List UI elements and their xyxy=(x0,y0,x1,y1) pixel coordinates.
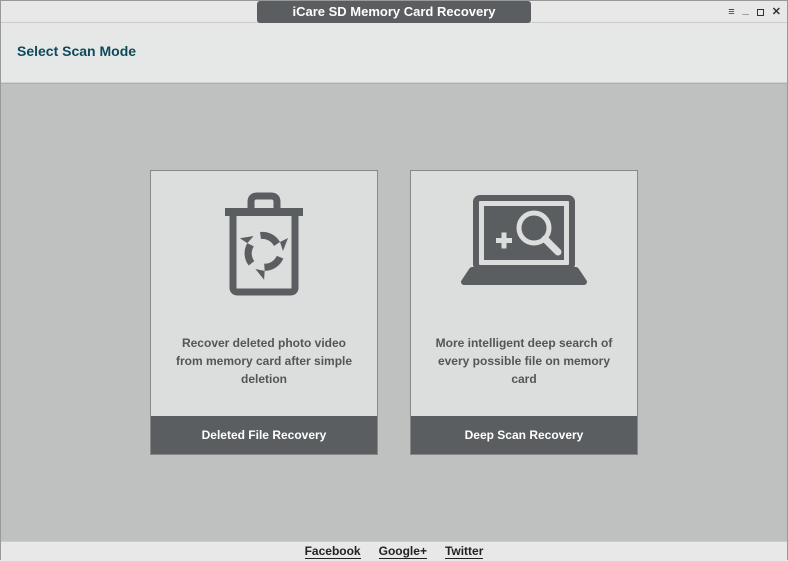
card-description: Recover deleted photo video from memory … xyxy=(151,306,377,416)
laptop-search-icon xyxy=(411,171,637,306)
title-bar: iCare SD Memory Card Recovery ≡ _ ✕ xyxy=(1,1,787,23)
app-title: iCare SD Memory Card Recovery xyxy=(257,1,530,23)
settings-icon[interactable]: ≡ xyxy=(728,7,734,18)
subheader: Select Scan Mode xyxy=(1,23,787,83)
footer: Facebook Google+ Twitter xyxy=(1,541,787,561)
card-description: More intelligent deep search of every po… xyxy=(411,306,637,416)
footer-link-googleplus[interactable]: Google+ xyxy=(379,544,427,559)
card-title: Deep Scan Recovery xyxy=(411,416,637,454)
maximize-icon[interactable] xyxy=(757,9,764,16)
close-icon[interactable]: ✕ xyxy=(772,7,781,18)
main-area: Recover deleted photo video from memory … xyxy=(1,83,787,541)
deleted-file-recovery-card[interactable]: Recover deleted photo video from memory … xyxy=(150,170,378,455)
page-title: Select Scan Mode xyxy=(17,43,771,59)
deep-scan-recovery-card[interactable]: More intelligent deep search of every po… xyxy=(410,170,638,455)
minimize-icon[interactable]: _ xyxy=(743,5,749,16)
footer-link-twitter[interactable]: Twitter xyxy=(445,544,483,559)
footer-link-facebook[interactable]: Facebook xyxy=(305,544,361,559)
recycle-bin-icon xyxy=(151,171,377,306)
card-title: Deleted File Recovery xyxy=(151,416,377,454)
window-controls: ≡ _ ✕ xyxy=(728,1,781,23)
